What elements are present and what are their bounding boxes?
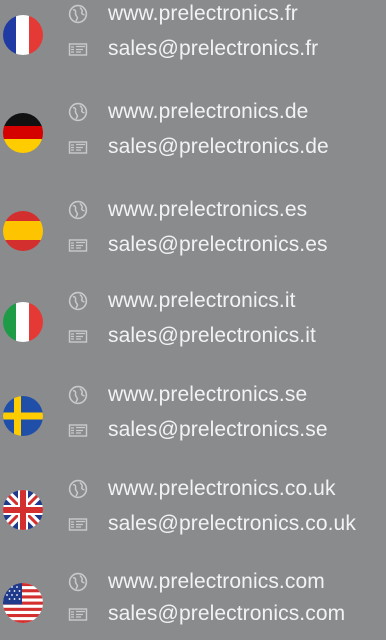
email-link[interactable]: sales@prelectronics.co.uk xyxy=(108,510,356,538)
website-line: www.prelectronics.se xyxy=(68,381,307,409)
globe-icon xyxy=(68,102,88,122)
contact-row-germany: www.prelectronics.de sales@prelectronics… xyxy=(0,98,386,170)
contact-row-italy: www.prelectronics.it sales@prelectronics… xyxy=(0,287,386,359)
uk-flag xyxy=(3,490,43,530)
website-line: www.prelectronics.fr xyxy=(68,0,298,28)
globe-icon xyxy=(68,385,88,405)
globe-icon xyxy=(68,479,88,499)
globe-icon xyxy=(68,200,88,220)
website-line: www.prelectronics.it xyxy=(68,287,296,315)
envelope-icon xyxy=(68,514,88,534)
website-link[interactable]: www.prelectronics.co.uk xyxy=(108,475,336,503)
spain-flag xyxy=(3,211,43,251)
website-link[interactable]: www.prelectronics.it xyxy=(108,287,296,315)
website-link[interactable]: www.prelectronics.fr xyxy=(108,0,298,28)
website-link[interactable]: www.prelectronics.es xyxy=(108,196,307,224)
usa-flag xyxy=(3,583,43,623)
email-line: sales@prelectronics.fr xyxy=(68,35,318,63)
globe-icon xyxy=(68,291,88,311)
email-line: sales@prelectronics.co.uk xyxy=(68,510,356,538)
website-line: www.prelectronics.co.uk xyxy=(68,475,336,503)
envelope-icon xyxy=(68,420,88,440)
email-line: sales@prelectronics.com xyxy=(68,600,345,628)
website-link[interactable]: www.prelectronics.de xyxy=(108,98,308,126)
envelope-icon xyxy=(68,326,88,346)
globe-icon xyxy=(68,572,88,592)
email-line: sales@prelectronics.de xyxy=(68,133,329,161)
globe-icon xyxy=(68,4,88,24)
envelope-icon xyxy=(68,235,88,255)
germany-flag xyxy=(3,113,43,153)
email-line: sales@prelectronics.se xyxy=(68,416,328,444)
email-line: sales@prelectronics.es xyxy=(68,231,328,259)
email-link[interactable]: sales@prelectronics.es xyxy=(108,231,328,259)
contact-row-spain: www.prelectronics.es sales@prelectronics… xyxy=(0,196,386,268)
italy-flag xyxy=(3,302,43,342)
email-link[interactable]: sales@prelectronics.se xyxy=(108,416,328,444)
envelope-icon xyxy=(68,604,88,624)
email-line: sales@prelectronics.it xyxy=(68,322,316,350)
sweden-flag xyxy=(3,396,43,436)
email-link[interactable]: sales@prelectronics.com xyxy=(108,600,345,628)
contact-row-france: www.prelectronics.fr sales@prelectronics… xyxy=(0,0,386,72)
email-link[interactable]: sales@prelectronics.it xyxy=(108,322,316,350)
contact-row-uk: www.prelectronics.co.uk sales@prelectron… xyxy=(0,475,386,547)
france-flag xyxy=(3,15,43,55)
envelope-icon xyxy=(68,39,88,59)
envelope-icon xyxy=(68,137,88,157)
website-line: www.prelectronics.com xyxy=(68,568,325,596)
website-line: www.prelectronics.es xyxy=(68,196,307,224)
website-line: www.prelectronics.de xyxy=(68,98,308,126)
contact-row-usa: www.prelectronics.com sales@prelectronic… xyxy=(0,568,386,640)
email-link[interactable]: sales@prelectronics.de xyxy=(108,133,329,161)
contact-row-sweden: www.prelectronics.se sales@prelectronics… xyxy=(0,381,386,453)
email-link[interactable]: sales@prelectronics.fr xyxy=(108,35,318,63)
website-link[interactable]: www.prelectronics.com xyxy=(108,568,325,596)
website-link[interactable]: www.prelectronics.se xyxy=(108,381,307,409)
